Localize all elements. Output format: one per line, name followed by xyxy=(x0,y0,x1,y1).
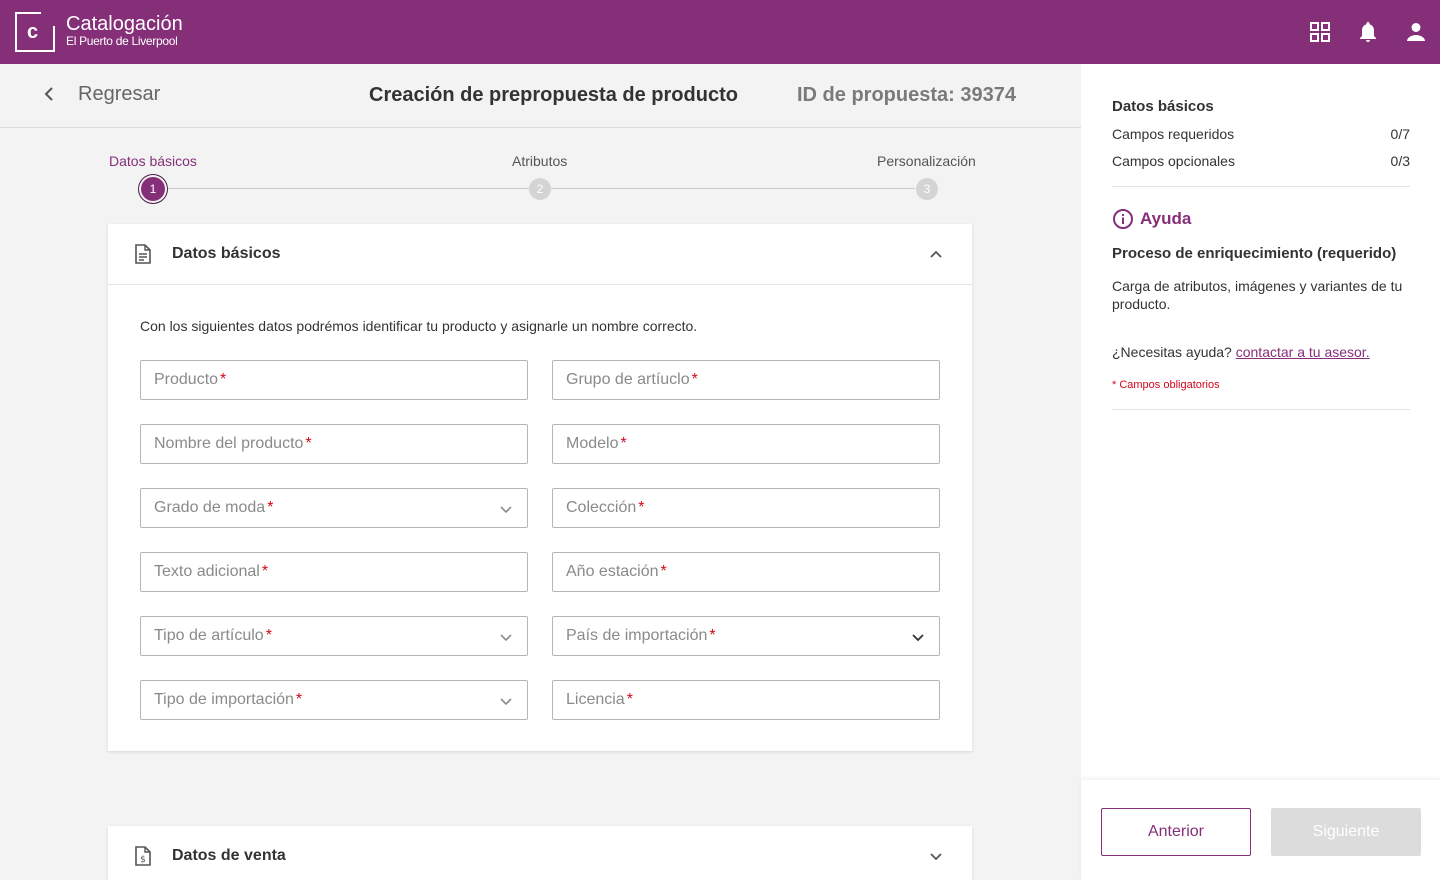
need-help-text: ¿Necesitas ayuda? contactar a tu asesor. xyxy=(1112,344,1370,360)
sales-data-card-header[interactable]: $ Datos de venta xyxy=(108,826,972,880)
required-asterisk: * xyxy=(267,499,274,516)
top-bar: c Catalogación El Puerto de Liverpool xyxy=(0,0,1440,64)
tipo-articulo-select[interactable]: Tipo de artículo * xyxy=(140,616,528,656)
help-title: Ayuda xyxy=(1140,209,1192,228)
chevron-down-icon[interactable] xyxy=(928,848,944,869)
optional-fields-label: Campos opcionales xyxy=(1112,153,1235,169)
chevron-left-icon xyxy=(44,87,53,101)
page-header: Regresar Creación de prepropuesta de pro… xyxy=(0,64,1081,128)
sales-data-card: $ Datos de venta xyxy=(108,826,972,880)
bell-icon[interactable] xyxy=(1356,20,1380,44)
invoice-icon: $ xyxy=(134,846,152,871)
required-asterisk: * xyxy=(638,499,645,516)
required-asterisk: * xyxy=(620,435,627,452)
info-icon xyxy=(1113,209,1133,229)
required-asterisk: * xyxy=(305,435,312,452)
field-label: Grupo de artíuclo xyxy=(566,371,690,388)
brand-logo[interactable]: c xyxy=(15,12,55,52)
required-fields-label: Campos requeridos xyxy=(1112,126,1235,142)
required-asterisk: * xyxy=(261,563,269,580)
field-label: Grado de moda xyxy=(154,499,266,516)
chevron-down-icon xyxy=(911,630,925,649)
step-label-basic[interactable]: Datos básicos xyxy=(109,153,197,169)
stepper: Datos básicos Atributos Personalización … xyxy=(0,152,1081,212)
brand-subtitle: El Puerto de Liverpool xyxy=(66,34,178,48)
svg-text:$: $ xyxy=(140,855,146,865)
nombre-producto-field[interactable]: Nombre del producto * xyxy=(140,424,528,464)
step-dot-3[interactable]: 3 xyxy=(916,178,938,200)
licencia-field[interactable]: Licencia * xyxy=(552,680,940,720)
chevron-up-icon[interactable] xyxy=(928,246,944,267)
apps-grid-icon[interactable] xyxy=(1308,20,1332,44)
basic-data-title: Datos básicos xyxy=(172,245,281,262)
main-content: Regresar Creación de prepropuesta de pro… xyxy=(0,64,1081,880)
grupo-articulo-field[interactable]: Grupo de artíuclo * xyxy=(552,360,940,400)
field-label: Año estación xyxy=(566,563,659,580)
required-fields-count: 0/7 xyxy=(1390,126,1410,142)
need-help-label: ¿Necesitas ayuda? xyxy=(1112,344,1232,360)
brand-name: Catalogación xyxy=(66,13,183,35)
chevron-down-icon xyxy=(499,630,513,649)
step-dot-2[interactable]: 2 xyxy=(529,178,551,200)
field-label: País de importación xyxy=(566,627,708,644)
page-title: Creación de prepropuesta de producto xyxy=(369,84,738,106)
field-label: Producto xyxy=(154,371,219,388)
help-description: Carga de atributos, imágenes y variantes… xyxy=(1112,278,1403,312)
back-button[interactable]: Regresar xyxy=(40,82,160,106)
required-asterisk: * xyxy=(660,563,667,580)
next-button[interactable]: Siguiente xyxy=(1271,808,1421,856)
field-label: Licencia xyxy=(566,691,625,708)
field-label: Nombre del producto xyxy=(154,435,304,452)
required-asterisk: * xyxy=(626,691,633,708)
required-asterisk: * xyxy=(691,371,698,388)
tipo-importacion-select[interactable]: Tipo de importación * xyxy=(140,680,528,720)
logo-letter: c xyxy=(27,21,39,43)
chevron-down-icon xyxy=(499,694,513,713)
optional-fields-row: Campos opcionales 0/3 xyxy=(1112,153,1410,169)
producto-field[interactable]: Producto * xyxy=(140,360,528,400)
required-asterisk: * xyxy=(709,627,716,644)
modelo-field[interactable]: Modelo * xyxy=(552,424,940,464)
sales-data-title: Datos de venta xyxy=(172,847,286,864)
help-header: Ayuda xyxy=(1112,208,1191,230)
step-dot-1[interactable]: 1 xyxy=(141,177,165,201)
step-label-personalization[interactable]: Personalización xyxy=(877,153,976,169)
required-asterisk: * xyxy=(265,627,272,644)
step-connector xyxy=(551,188,915,189)
help-subtitle: Proceso de enriquecimiento (requerido) xyxy=(1112,245,1397,262)
basic-data-card: Datos básicos Con los siguientes datos p… xyxy=(108,224,972,751)
basic-data-form: Con los siguientes datos podrémos identi… xyxy=(108,284,972,751)
pais-importacion-select[interactable]: País de importación * xyxy=(552,616,940,656)
anio-estacion-field[interactable]: Año estación * xyxy=(552,552,940,592)
optional-fields-count: 0/3 xyxy=(1390,153,1410,169)
form-intro-text: Con los siguientes datos podrémos identi… xyxy=(140,318,698,334)
proposal-id: ID de propuesta: 39374 xyxy=(797,84,1016,106)
field-label: Modelo xyxy=(566,435,619,452)
previous-button[interactable]: Anterior xyxy=(1101,808,1251,856)
chevron-down-icon xyxy=(499,502,513,521)
document-icon xyxy=(134,244,152,269)
grado-moda-select[interactable]: Grado de moda * xyxy=(140,488,528,528)
step-label-attributes[interactable]: Atributos xyxy=(512,153,567,169)
contact-advisor-link[interactable]: contactar a tu asesor. xyxy=(1236,344,1370,360)
basic-data-card-header[interactable]: Datos básicos xyxy=(108,224,972,284)
panel-section-title: Datos básicos xyxy=(1112,98,1214,115)
panel-footer: Anterior Siguiente xyxy=(1081,780,1440,880)
field-label: Tipo de importación xyxy=(154,691,294,708)
side-panel: Datos básicos Campos requeridos 0/7 Camp… xyxy=(1081,64,1440,880)
field-label: Colección xyxy=(566,499,637,516)
required-fields-note: * Campos obligatorios xyxy=(1112,379,1220,391)
field-label: Tipo de artículo xyxy=(154,627,264,644)
coleccion-field[interactable]: Colección * xyxy=(552,488,940,528)
user-icon[interactable] xyxy=(1404,20,1428,44)
texto-adicional-field[interactable]: Texto adicional * xyxy=(140,552,528,592)
divider xyxy=(1112,409,1410,410)
field-label: Texto adicional xyxy=(154,563,260,580)
step-connector xyxy=(165,188,529,189)
back-label: Regresar xyxy=(78,82,161,105)
divider xyxy=(1112,186,1410,187)
required-asterisk: * xyxy=(220,371,227,388)
required-fields-row: Campos requeridos 0/7 xyxy=(1112,126,1410,142)
required-asterisk: * xyxy=(295,691,303,708)
